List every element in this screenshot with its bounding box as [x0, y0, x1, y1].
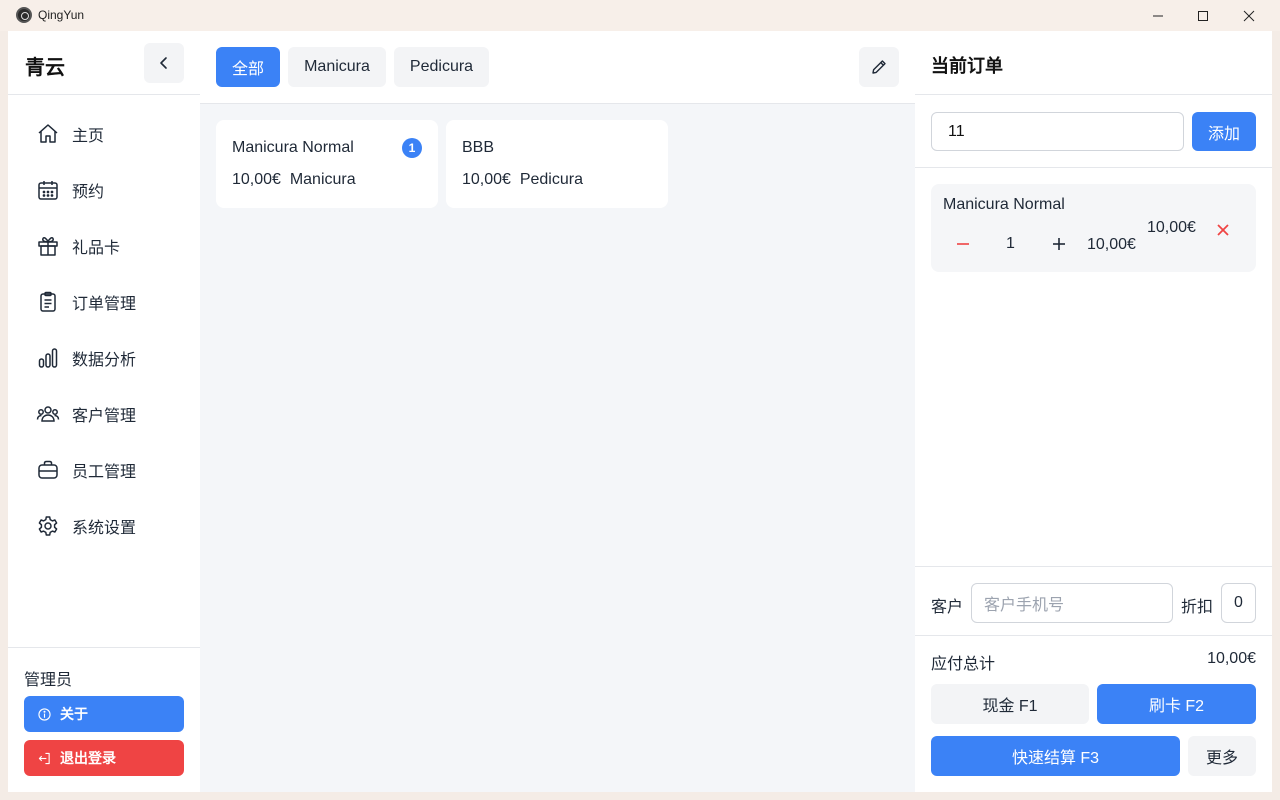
sidebar-item-label: 主页	[72, 128, 105, 145]
tab-manicura[interactable]: Manicura	[288, 47, 386, 87]
tab-all[interactable]: 全部	[216, 47, 280, 87]
product-category: Pedicura	[519, 171, 583, 188]
users-icon	[36, 406, 60, 422]
sidebar-item-gift-cards[interactable]: 礼品卡	[8, 218, 200, 274]
maximize-button[interactable]	[1180, 0, 1226, 31]
minus-icon	[957, 243, 969, 245]
minimize-button[interactable]	[1135, 0, 1181, 31]
sidebar-item-appointments[interactable]: 预约	[8, 162, 200, 218]
user-role-label: 管理员	[24, 672, 73, 689]
product-price: 10,00€	[462, 171, 511, 188]
product-name: Manicura Normal	[232, 139, 354, 156]
order-divider	[915, 566, 1272, 567]
gear-icon	[38, 516, 58, 536]
discount-input[interactable]: 0	[1221, 583, 1256, 623]
product-meta: 10,00€ Pedicura	[462, 171, 583, 189]
remove-item-button[interactable]	[1213, 220, 1233, 240]
clipboard-icon	[40, 291, 56, 312]
briefcase-icon	[38, 460, 58, 479]
sidebar-item-label: 礼品卡	[72, 240, 121, 257]
total-due-value: 10,00€	[1207, 650, 1256, 667]
sidebar: 青云 主页 预约 礼品卡 订单管理 数据分析 客户管理 员工管理 系统设置 管理…	[8, 31, 200, 792]
product-name: BBB	[462, 139, 495, 156]
plus-icon	[1053, 238, 1065, 250]
sidebar-item-customers[interactable]: 客户管理	[8, 386, 200, 442]
pencil-icon	[872, 60, 886, 74]
total-due-label: 应付总计	[931, 656, 996, 673]
order-item-qty: 1	[1006, 235, 1015, 252]
order-divider	[915, 167, 1272, 168]
sidebar-item-label: 预约	[72, 184, 105, 201]
add-item-button[interactable]: 添加	[1192, 112, 1256, 151]
order-item-name: Manicura Normal	[943, 196, 1065, 213]
sidebar-bottom-divider	[8, 647, 200, 648]
order-line-item: Manicura Normal 1 10,00€ 10,00€	[931, 184, 1256, 272]
order-item-line-total: 10,00€	[1147, 219, 1196, 236]
calendar-icon	[38, 181, 58, 200]
bar-chart-icon	[38, 348, 58, 368]
decrease-qty-button[interactable]	[953, 234, 973, 254]
close-icon	[1217, 224, 1229, 236]
more-options-button[interactable]: 更多	[1188, 736, 1256, 776]
sidebar-item-orders[interactable]: 订单管理	[8, 274, 200, 330]
sidebar-item-settings[interactable]: 系统设置	[8, 498, 200, 554]
order-divider	[915, 94, 1272, 95]
collapse-sidebar-button[interactable]	[144, 43, 184, 83]
category-tabbar: 全部 Manicura Pedicura	[200, 31, 915, 104]
chevron-left-icon	[160, 57, 167, 69]
cash-pay-button[interactable]: 现金 F1	[931, 684, 1089, 724]
product-meta: 10,00€ Manicura	[232, 171, 356, 189]
sidebar-item-label: 系统设置	[72, 520, 137, 537]
order-item-unit-price: 10,00€	[1087, 236, 1136, 253]
customer-phone-input[interactable]: 客户手机号	[971, 583, 1173, 623]
order-panel-title: 当前订单	[931, 56, 1003, 76]
minimize-icon	[1153, 15, 1163, 16]
order-divider	[915, 635, 1272, 636]
quick-checkout-button[interactable]: 快速结算 F3	[931, 736, 1180, 776]
logout-button[interactable]: 退出登录	[24, 740, 184, 776]
increase-qty-button[interactable]	[1049, 234, 1069, 254]
product-count-badge: 1	[402, 138, 422, 158]
product-category: Manicura	[289, 171, 356, 188]
product-card[interactable]: Manicura Normal 1 10,00€ Manicura	[216, 120, 438, 208]
product-code-input[interactable]: 11	[931, 112, 1184, 151]
order-panel: 当前订单 11 添加 Manicura Normal 1 10,00€ 10,0…	[915, 31, 1272, 792]
sidebar-item-label: 数据分析	[72, 352, 137, 369]
sidebar-divider	[8, 94, 200, 95]
sidebar-item-label: 员工管理	[72, 464, 137, 481]
sidebar-item-analytics[interactable]: 数据分析	[8, 330, 200, 386]
maximize-icon	[1198, 10, 1208, 21]
sidebar-item-staff[interactable]: 员工管理	[8, 442, 200, 498]
about-button-label: 关于	[60, 706, 88, 722]
product-price: 10,00€	[232, 171, 281, 188]
window-title: QingYun	[38, 8, 85, 22]
gift-icon	[38, 237, 58, 256]
customer-label: 客户	[931, 599, 964, 616]
info-icon	[38, 707, 51, 721]
main-content: 全部 Manicura Pedicura Manicura Normal 1 1…	[200, 31, 915, 792]
sidebar-item-home[interactable]: 主页	[8, 106, 200, 162]
app-logo-icon	[16, 7, 32, 23]
logout-icon	[38, 752, 50, 764]
card-pay-button[interactable]: 刷卡 F2	[1097, 684, 1256, 724]
sidebar-nav: 主页 预约 礼品卡 订单管理 数据分析 客户管理 员工管理 系统设置	[8, 106, 200, 554]
sidebar-item-label: 客户管理	[72, 408, 137, 425]
about-button[interactable]: 关于	[24, 696, 184, 732]
tab-pedicura[interactable]: Pedicura	[394, 47, 489, 87]
close-window-button[interactable]	[1226, 0, 1272, 31]
sidebar-item-label: 订单管理	[72, 296, 137, 313]
title-bar: QingYun	[0, 0, 1280, 31]
brand-name: 青云	[25, 57, 65, 79]
close-icon	[1243, 10, 1255, 21]
logout-button-label: 退出登录	[60, 750, 116, 766]
product-card[interactable]: BBB 10,00€ Pedicura	[446, 120, 668, 208]
discount-label: 折扣	[1181, 599, 1214, 616]
edit-button[interactable]	[859, 47, 899, 87]
home-icon	[38, 124, 58, 143]
